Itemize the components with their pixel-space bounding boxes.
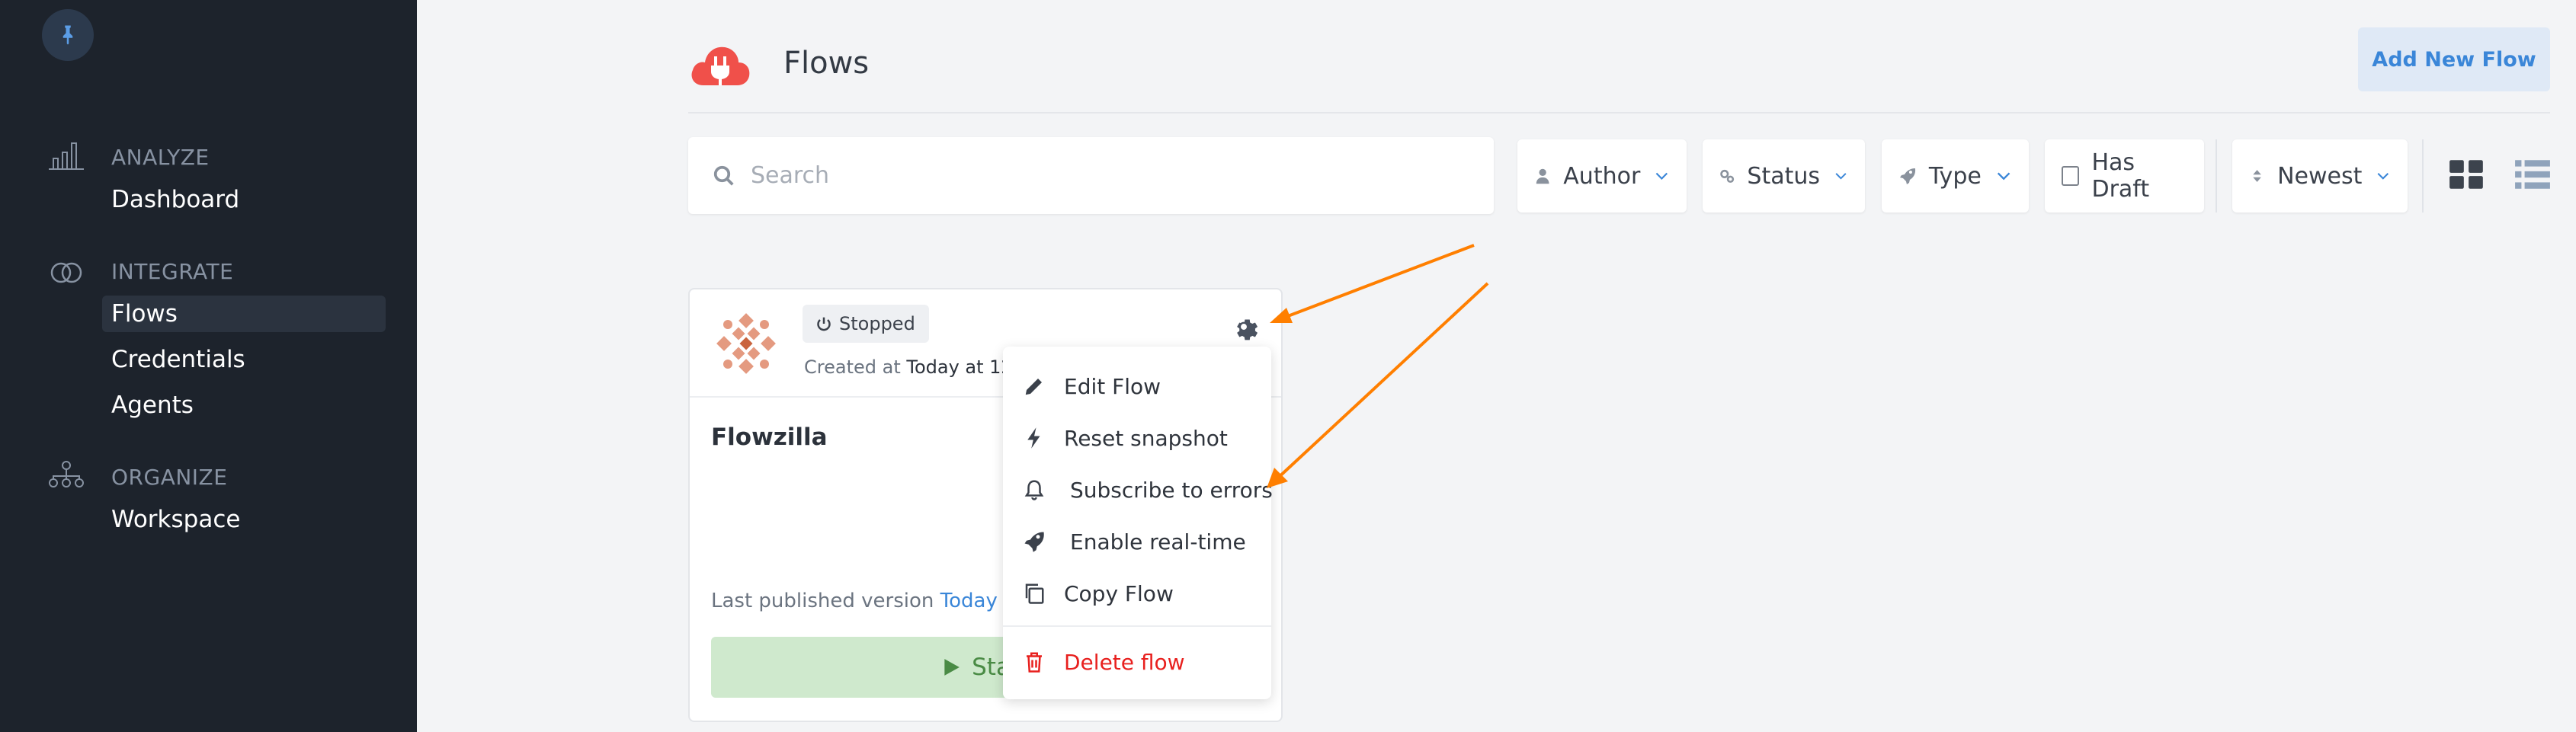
status-badge: Stopped — [803, 305, 929, 343]
pin-button[interactable] — [42, 9, 94, 61]
sidebar-item-label: Dashboard — [111, 186, 240, 213]
menu-item-enable-realtime[interactable]: Enable real-time — [1003, 519, 1271, 564]
sort-icon — [2253, 170, 2261, 182]
cloud-plug-icon — [691, 46, 750, 85]
chevron-down-icon — [2377, 173, 2389, 180]
sidebar: ANALYZE Dashboard INTEGRATE Flows Creden… — [0, 0, 417, 732]
sidebar-item-label: Agents — [111, 392, 194, 419]
nav-heading-integrate: INTEGRATE — [111, 259, 234, 284]
toolbar-divider — [2216, 139, 2217, 213]
chevron-down-icon — [1835, 173, 1847, 180]
sidebar-item-workspace[interactable]: Workspace — [102, 501, 386, 538]
annotation-arrow-gear — [1270, 244, 1475, 323]
settings-button[interactable] — [1217, 300, 1270, 353]
sidebar-item-label: Flows — [111, 300, 178, 328]
annotation-arrow-subscribe — [1267, 282, 1489, 488]
search-icon — [713, 165, 734, 186]
menu-item-subscribe-errors[interactable]: Subscribe to errors — [1003, 467, 1273, 513]
trash-icon — [1027, 652, 1042, 673]
author-filter[interactable]: Author — [1517, 139, 1687, 213]
menu-item-label: Reset snapshot — [1064, 425, 1228, 451]
flow-settings-menu: Edit Flow Reset snapshot Subscribe to er… — [1003, 347, 1273, 699]
sidebar-item-label: Credentials — [111, 346, 245, 373]
list-view-icon[interactable] — [2514, 155, 2552, 193]
menu-item-label: Enable real-time — [1070, 529, 1246, 555]
rocket-icon — [1024, 532, 1044, 552]
bell-icon — [1024, 480, 1044, 500]
integrate-rings-icon — [50, 262, 82, 283]
sidebar-item-agents[interactable]: Agents — [102, 387, 386, 424]
bar-chart-icon — [49, 142, 84, 170]
pin-icon — [62, 25, 73, 45]
avatar — [716, 313, 776, 374]
chevron-down-icon — [1655, 172, 1668, 180]
flow-name: Flowzilla — [711, 424, 828, 451]
bolt-icon — [1027, 427, 1040, 449]
menu-item-edit-flow[interactable]: Edit Flow — [1003, 363, 1271, 409]
play-icon — [944, 659, 960, 676]
page-title: Flows — [783, 46, 870, 81]
sidebar-item-flows[interactable]: Flows — [102, 296, 386, 332]
type-filter[interactable]: Type — [1882, 139, 2029, 213]
menu-item-copy-flow[interactable]: Copy Flow — [1003, 571, 1271, 616]
has-draft-filter[interactable]: Has Draft — [2045, 139, 2204, 213]
add-new-flow-button[interactable]: Add New Flow — [2358, 27, 2550, 91]
header-divider — [688, 112, 2550, 113]
grid-view-icon[interactable] — [2448, 155, 2486, 193]
has-draft-checkbox[interactable] — [2062, 166, 2080, 186]
toolbar-divider — [2422, 139, 2424, 213]
gear-icon — [1237, 319, 1258, 340]
last-published-label: Last published version — [711, 590, 934, 612]
menu-item-label: Delete flow — [1064, 649, 1185, 675]
last-published: Last published version Today at — [711, 590, 1024, 612]
type-filter-label: Type — [1928, 162, 1982, 190]
author-filter-label: Author — [1563, 162, 1641, 190]
copy-icon — [1025, 583, 1044, 604]
menu-item-label: Copy Flow — [1064, 580, 1174, 606]
status-filter-label: Status — [1747, 162, 1821, 190]
has-draft-label: Has Draft — [2091, 149, 2150, 203]
org-chart-icon — [49, 461, 84, 487]
menu-item-label: Subscribe to errors — [1070, 477, 1273, 503]
gears-icon — [1720, 169, 1735, 183]
sidebar-item-credentials[interactable]: Credentials — [102, 341, 386, 378]
created-at-value: Today at 12:3 — [906, 356, 1010, 378]
menu-item-label: Edit Flow — [1064, 373, 1161, 399]
menu-item-reset-snapshot[interactable]: Reset snapshot — [1003, 415, 1271, 461]
status-filter[interactable]: Status — [1703, 139, 1865, 213]
user-icon — [1536, 168, 1549, 184]
menu-item-delete-flow[interactable]: Delete flow — [1003, 639, 1271, 685]
sidebar-item-dashboard[interactable]: Dashboard — [102, 181, 386, 218]
power-icon — [817, 317, 831, 331]
pencil-icon — [1025, 379, 1042, 395]
search-box[interactable] — [688, 137, 1494, 214]
sort-label: Newest — [2277, 162, 2363, 190]
rocket-icon — [1899, 168, 1916, 184]
search-input[interactable] — [751, 162, 1437, 189]
sidebar-item-label: Workspace — [111, 506, 241, 533]
chevron-down-icon — [1997, 172, 2010, 181]
sort-select[interactable]: Newest — [2232, 139, 2408, 213]
nav-heading-organize: ORGANIZE — [111, 465, 228, 490]
menu-divider — [1003, 625, 1271, 627]
status-badge-label: Stopped — [839, 313, 915, 334]
created-at-label: Created at — [804, 356, 901, 378]
nav-heading-analyze: ANALYZE — [111, 145, 210, 170]
created-at: Created at Today at 12:3 — [804, 356, 1010, 378]
